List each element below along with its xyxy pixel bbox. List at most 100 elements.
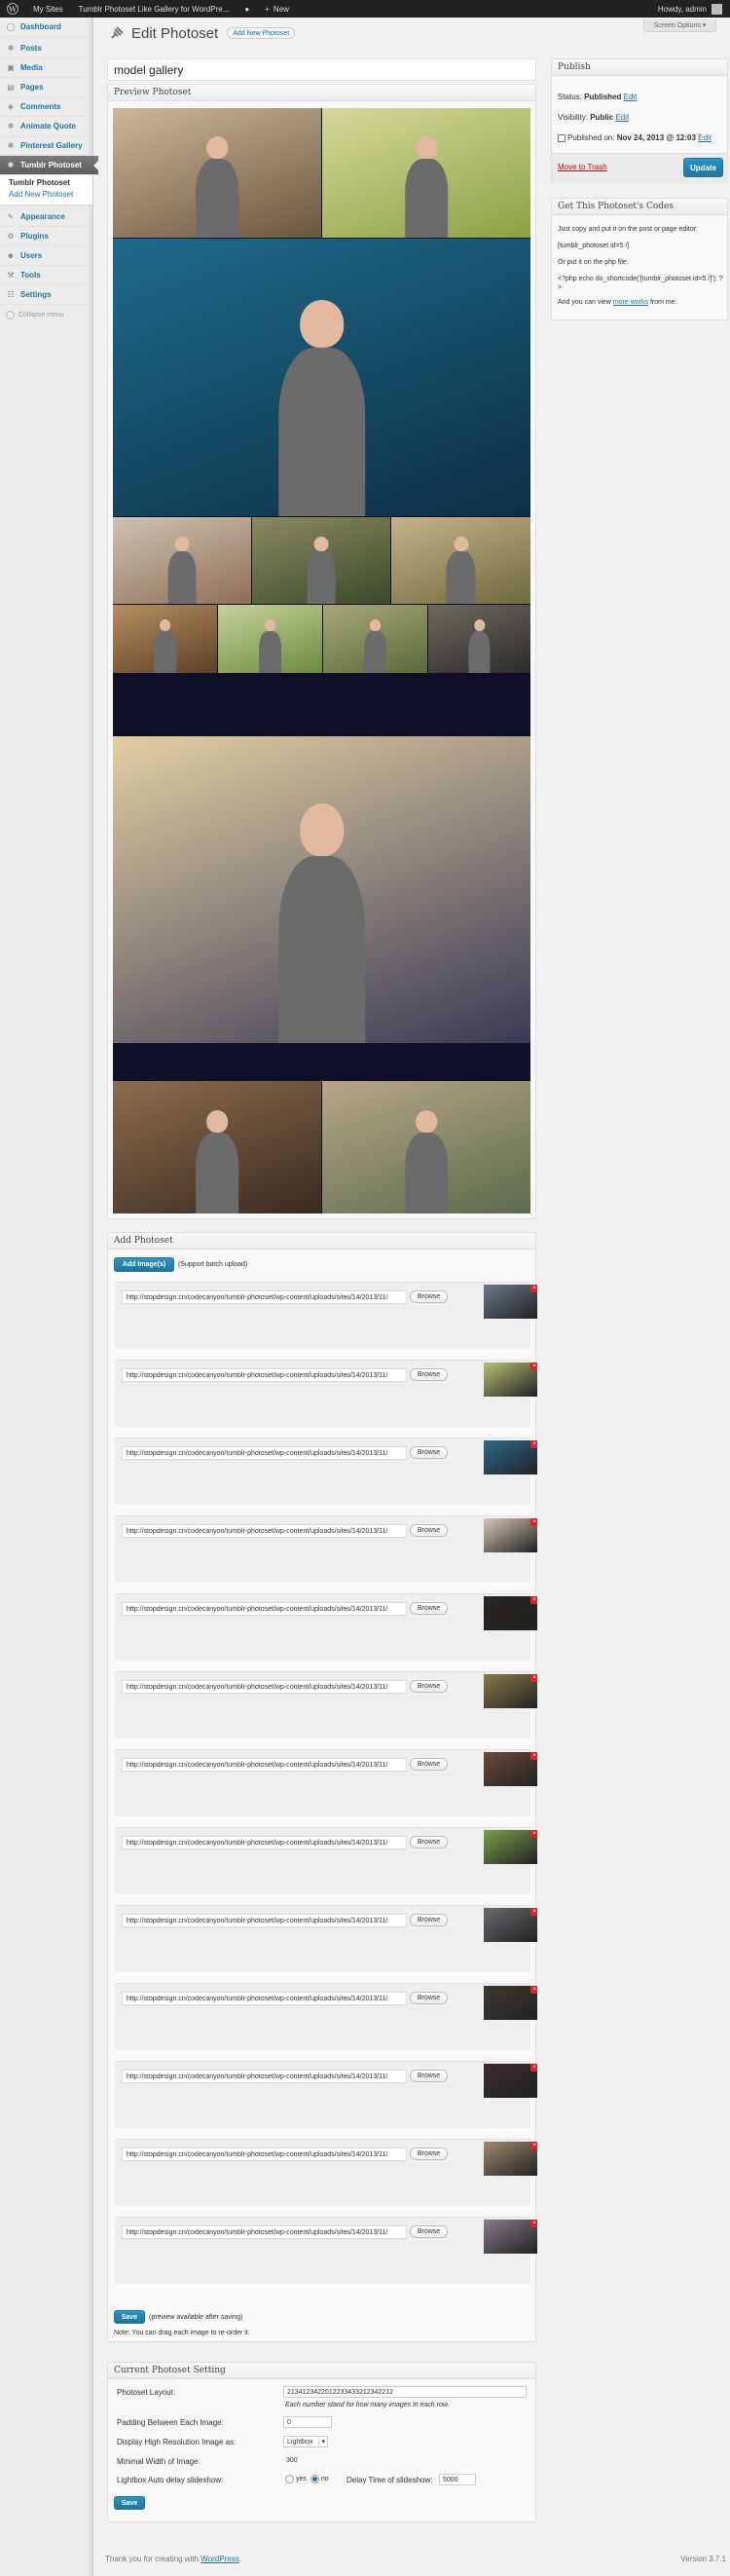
browse-button[interactable]: Browse [410,1368,448,1381]
visibility-edit-link[interactable]: Edit [615,113,629,122]
browse-button[interactable]: Browse [410,1524,448,1537]
status-row: Status: Published Edit [558,93,637,101]
delete-icon[interactable]: × [530,1908,537,1916]
browse-button[interactable]: Browse [410,1446,448,1459]
image-row[interactable]: http://stopdesign.cn/codecanyon/tumblr-p… [115,1827,537,1894]
image-row[interactable]: http://stopdesign.cn/codecanyon/tumblr-p… [115,1671,537,1738]
image-url-input[interactable]: http://stopdesign.cn/codecanyon/tumblr-p… [122,1992,407,2005]
image-row[interactable]: http://stopdesign.cn/codecanyon/tumblr-p… [115,1593,537,1661]
image-row[interactable]: http://stopdesign.cn/codecanyon/tumblr-p… [115,1437,537,1505]
menu-animate-quote[interactable]: ❋ Animate Quote [0,117,92,136]
delaytime-input[interactable]: 5000 [439,2474,476,2485]
image-url-input[interactable]: http://stopdesign.cn/codecanyon/tumblr-p… [122,2147,407,2161]
browse-button[interactable]: Browse [410,1992,448,2004]
image-url-input[interactable]: http://stopdesign.cn/codecanyon/tumblr-p… [122,1914,407,1927]
image-url-input[interactable]: http://stopdesign.cn/codecanyon/tumblr-p… [122,1524,407,1538]
menu-label: Appearance [20,212,65,221]
image-row[interactable]: http://stopdesign.cn/codecanyon/tumblr-p… [115,2139,537,2206]
image-url-input[interactable]: http://stopdesign.cn/codecanyon/tumblr-p… [122,1446,407,1460]
image-url-input[interactable]: http://stopdesign.cn/codecanyon/tumblr-p… [122,1680,407,1694]
image-url-input[interactable]: http://stopdesign.cn/codecanyon/tumblr-p… [122,2070,407,2083]
my-sites-link[interactable]: My Sites [25,0,71,18]
menu-pages[interactable]: ▤ Pages [0,78,92,97]
image-row[interactable]: http://stopdesign.cn/codecanyon/tumblr-p… [115,2061,537,2128]
image-url-input[interactable]: http://stopdesign.cn/codecanyon/tumblr-p… [122,1290,407,1304]
browse-button[interactable]: Browse [410,1290,448,1303]
image-thumbnail: × [484,2142,537,2176]
menu-settings[interactable]: ☷ Settings [0,285,92,305]
browse-button[interactable]: Browse [410,1758,448,1771]
title-input[interactable]: model gallery [107,58,536,81]
image-url-input[interactable]: http://stopdesign.cn/codecanyon/tumblr-p… [122,1368,407,1382]
status-edit-link[interactable]: Edit [624,93,638,101]
delete-icon[interactable]: × [530,1830,537,1838]
save-settings-button[interactable]: Save [114,2496,145,2510]
menu-appearance[interactable]: ✎ Appearance [0,207,92,227]
menu-comments[interactable]: ◈ Comments [0,97,92,117]
screen-options-button[interactable]: Screen Options ▾ [643,19,716,32]
date-edit-link[interactable]: Edit [698,133,712,142]
comments-link[interactable]: ● [237,0,257,18]
move-to-trash-link[interactable]: Move to Trash [558,163,607,171]
image-url-input[interactable]: http://stopdesign.cn/codecanyon/tumblr-p… [122,2225,407,2239]
delete-icon[interactable]: × [530,2142,537,2149]
image-url-input[interactable]: http://stopdesign.cn/codecanyon/tumblr-p… [122,1836,407,1849]
save-images-button[interactable]: Save [114,2310,145,2324]
image-url-input[interactable]: http://stopdesign.cn/codecanyon/tumblr-p… [122,1758,407,1772]
yes-radio[interactable] [285,2475,294,2483]
menu-plugins[interactable]: ⚙ Plugins [0,227,92,246]
image-row[interactable]: http://stopdesign.cn/codecanyon/tumblr-p… [115,2217,537,2284]
image-row[interactable]: http://stopdesign.cn/codecanyon/tumblr-p… [115,1282,537,1349]
browse-button[interactable]: Browse [410,1836,448,1848]
wordpress-link[interactable]: WordPress [201,2555,238,2563]
collapse-menu-button[interactable]: Collapse menu [0,305,92,324]
update-button[interactable]: Update [683,158,723,177]
delete-icon[interactable]: × [530,1285,537,1292]
menu-pinterest-gallery[interactable]: ❋ Pinterest Gallery [0,136,92,156]
browse-button[interactable]: Browse [410,2225,448,2238]
image-row[interactable]: http://stopdesign.cn/codecanyon/tumblr-p… [115,1749,537,1816]
add-new-photoset-button[interactable]: Add New Photoset [227,27,296,39]
menu-media[interactable]: ▣ Media [0,58,92,78]
add-photoset-heading: Add Photoset [108,1233,535,1250]
pin-icon: ❋ [7,44,15,53]
no-radio[interactable] [310,2475,319,2483]
more-works-link[interactable]: more works [613,299,648,306]
delete-icon[interactable]: × [530,1752,537,1760]
submenu-tumblr-photoset[interactable]: Tumblr Photoset [0,177,92,189]
delete-icon[interactable]: × [530,1674,537,1682]
menu-posts[interactable]: ❋ Posts [0,39,92,58]
hires-select[interactable]: Lightbox ▾ [283,2436,328,2447]
image-url-input[interactable]: http://stopdesign.cn/codecanyon/tumblr-p… [122,1602,407,1616]
my-account[interactable]: Howdy, admin [650,0,730,18]
image-row[interactable]: http://stopdesign.cn/codecanyon/tumblr-p… [115,1515,537,1583]
delete-icon[interactable]: × [530,1440,537,1448]
browse-button[interactable]: Browse [410,1914,448,1926]
menu-users[interactable]: ☻ Users [0,246,92,266]
menu-tumblr-photoset[interactable]: ❋ Tumblr Photoset [0,156,99,175]
menu-label: Users [20,251,43,260]
padding-input[interactable]: 0 [283,2416,332,2428]
browse-button[interactable]: Browse [410,2070,448,2082]
browse-button[interactable]: Browse [410,1680,448,1693]
delete-icon[interactable]: × [530,1596,537,1604]
delete-icon[interactable]: × [530,1986,537,1994]
browse-button[interactable]: Browse [410,2147,448,2160]
image-row[interactable]: http://stopdesign.cn/codecanyon/tumblr-p… [115,1983,537,2050]
delete-icon[interactable]: × [530,1363,537,1370]
browse-button[interactable]: Browse [410,1602,448,1615]
delete-icon[interactable]: × [530,2064,537,2072]
site-name-link[interactable]: Tumblr Photoset Like Gallery for WordPre… [71,0,237,18]
submenu-add-new-photoset[interactable]: Add New Photoset [0,189,92,201]
image-row[interactable]: http://stopdesign.cn/codecanyon/tumblr-p… [115,1360,537,1427]
menu-tools[interactable]: ⚒ Tools [0,266,92,285]
new-content-link[interactable]: + New [257,0,297,18]
menu-dashboard[interactable]: ◯ Dashboard [0,18,92,37]
wordpress-logo-icon[interactable]: W [0,0,25,18]
layout-input[interactable]: 2134123422012233433212342212 [283,2386,527,2398]
new-label: New [273,4,289,14]
delete-icon[interactable]: × [530,2220,537,2227]
image-row[interactable]: http://stopdesign.cn/codecanyon/tumblr-p… [115,1905,537,1972]
delete-icon[interactable]: × [530,1518,537,1526]
add-images-button[interactable]: Add Image(s) [114,1257,174,1272]
